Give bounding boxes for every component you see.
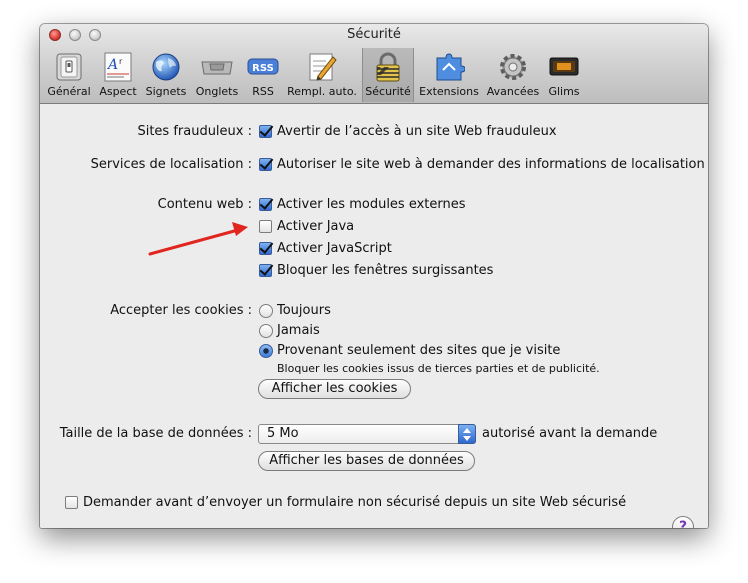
- annotation-arrow-icon: [148, 222, 248, 256]
